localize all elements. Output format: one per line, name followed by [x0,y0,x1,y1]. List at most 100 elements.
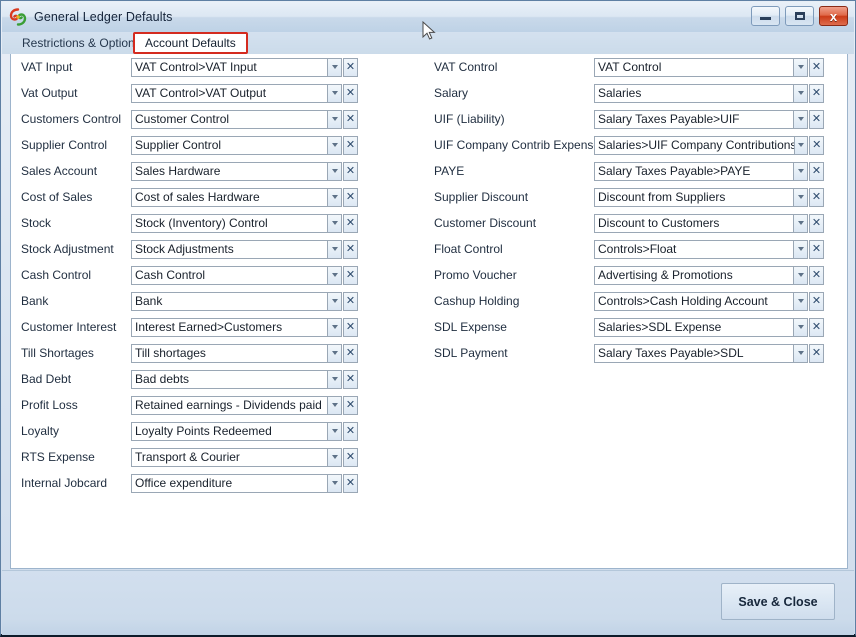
close-x-icon[interactable]: ✕ [343,343,358,363]
close-x-icon[interactable]: ✕ [809,317,824,337]
chevron-down-icon[interactable] [327,265,342,285]
field-row: Vat Output VAT Control>VAT Output ✕ [11,80,426,106]
account-input[interactable]: Salaries [594,83,793,103]
account-input[interactable]: Office expenditure [131,473,327,493]
save-and-close-button[interactable]: Save & Close [721,583,835,620]
chevron-down-icon[interactable] [327,473,342,493]
maximize-button[interactable] [785,6,814,26]
close-x-icon[interactable]: ✕ [343,317,358,337]
account-input[interactable]: Cost of sales Hardware [131,187,327,207]
close-x-icon[interactable]: ✕ [809,83,824,103]
caret-glyph [331,299,338,303]
chevron-down-icon[interactable] [793,265,808,285]
close-x-icon[interactable]: ✕ [809,265,824,285]
close-x-icon[interactable]: ✕ [343,57,358,77]
chevron-down-icon[interactable] [327,135,342,155]
account-input[interactable]: Stock (Inventory) Control [131,213,327,233]
close-x-icon[interactable]: ✕ [343,109,358,129]
close-x-icon[interactable]: ✕ [343,239,358,259]
chevron-down-icon[interactable] [793,83,808,103]
chevron-down-icon[interactable] [793,135,809,155]
close-x-icon[interactable]: ✕ [809,57,824,77]
account-input[interactable]: Loyalty Points Redeemed [131,421,327,441]
close-x-icon[interactable]: ✕ [343,447,358,467]
close-x-icon[interactable]: ✕ [343,187,358,207]
chevron-down-icon[interactable] [327,369,342,389]
close-x-icon[interactable]: ✕ [809,343,824,363]
account-input[interactable]: Till shortages [131,343,327,363]
close-x-icon[interactable]: ✕ [343,369,358,389]
chevron-down-icon[interactable] [327,239,342,259]
account-input[interactable]: Salaries>SDL Expense [594,317,793,337]
chevron-down-icon[interactable] [327,421,342,441]
account-input[interactable]: Controls>Cash Holding Account [594,291,793,311]
minimize-button[interactable] [751,6,780,26]
account-input[interactable]: Salary Taxes Payable>UIF [594,109,793,129]
chevron-down-icon[interactable] [793,291,808,311]
account-input[interactable]: Bank [131,291,327,311]
close-x-icon[interactable]: ✕ [343,135,358,155]
chevron-down-icon[interactable] [327,213,342,233]
account-input[interactable]: VAT Control>VAT Output [131,83,327,103]
chevron-down-icon[interactable] [327,291,342,311]
close-x-icon[interactable]: ✕ [343,213,358,233]
account-input[interactable]: Retained earnings - Dividends paid [131,395,327,415]
chevron-down-icon[interactable] [793,213,808,233]
close-x-icon[interactable]: ✕ [343,291,358,311]
close-x-icon[interactable]: ✕ [809,187,824,207]
chevron-down-icon[interactable] [793,161,808,181]
close-x-icon[interactable]: ✕ [809,239,824,259]
chevron-down-icon[interactable] [793,57,808,77]
close-x-icon[interactable]: ✕ [343,265,358,285]
chevron-down-icon[interactable] [327,395,342,415]
chevron-down-icon[interactable] [327,83,342,103]
account-input[interactable]: Sales Hardware [131,161,327,181]
chevron-down-icon[interactable] [327,447,342,467]
account-input[interactable]: Discount from Suppliers [594,187,793,207]
chevron-down-icon[interactable] [793,343,808,363]
chevron-down-icon[interactable] [793,109,808,129]
close-x-icon[interactable]: ✕ [343,83,358,103]
account-input[interactable]: Salaries>UIF Company Contributions [594,135,794,155]
tab-account-defaults[interactable]: Account Defaults [133,32,248,54]
account-input[interactable]: Controls>Float [594,239,793,259]
chevron-down-icon[interactable] [327,317,342,337]
account-input[interactable]: Salary Taxes Payable>PAYE [594,161,793,181]
close-x-icon[interactable]: ✕ [809,135,824,155]
chevron-down-icon[interactable] [793,187,808,207]
caret-glyph [797,117,804,121]
account-input[interactable]: Discount to Customers [594,213,793,233]
chevron-down-icon[interactable] [327,343,342,363]
chevron-down-icon[interactable] [327,161,342,181]
caret-glyph [331,351,338,355]
account-input[interactable]: VAT Control>VAT Input [131,57,327,77]
account-input[interactable]: VAT Control [594,57,793,77]
window-title: General Ledger Defaults [34,10,173,24]
chevron-down-icon[interactable] [327,187,342,207]
account-input[interactable]: Customer Control [131,109,327,129]
tab-restrictions-and-options[interactable]: Restrictions & Options [12,32,151,54]
close-x-icon[interactable]: ✕ [343,473,358,493]
chevron-down-icon[interactable] [793,317,808,337]
field-label: Loyalty [21,424,60,438]
account-input[interactable]: Interest Earned>Customers [131,317,327,337]
account-input[interactable]: Cash Control [131,265,327,285]
chevron-down-icon[interactable] [327,109,342,129]
account-input[interactable]: Bad debts [131,369,327,389]
account-input[interactable]: Advertising & Promotions [594,265,793,285]
chevron-down-icon[interactable] [793,239,808,259]
account-input[interactable]: Salary Taxes Payable>SDL [594,343,793,363]
chevron-down-icon[interactable] [327,57,342,77]
account-input[interactable]: Transport & Courier [131,447,327,467]
close-x-icon[interactable]: ✕ [809,291,824,311]
close-button[interactable]: x [819,6,848,26]
close-x-icon[interactable]: ✕ [809,161,824,181]
close-x-icon[interactable]: ✕ [343,161,358,181]
account-input[interactable]: Supplier Control [131,135,327,155]
account-picker: VAT Control ✕ [594,57,824,77]
close-x-icon[interactable]: ✕ [809,213,824,233]
close-x-icon[interactable]: ✕ [343,395,358,415]
close-x-icon[interactable]: ✕ [343,421,358,441]
account-input[interactable]: Stock Adjustments [131,239,327,259]
close-x-icon[interactable]: ✕ [809,109,824,129]
